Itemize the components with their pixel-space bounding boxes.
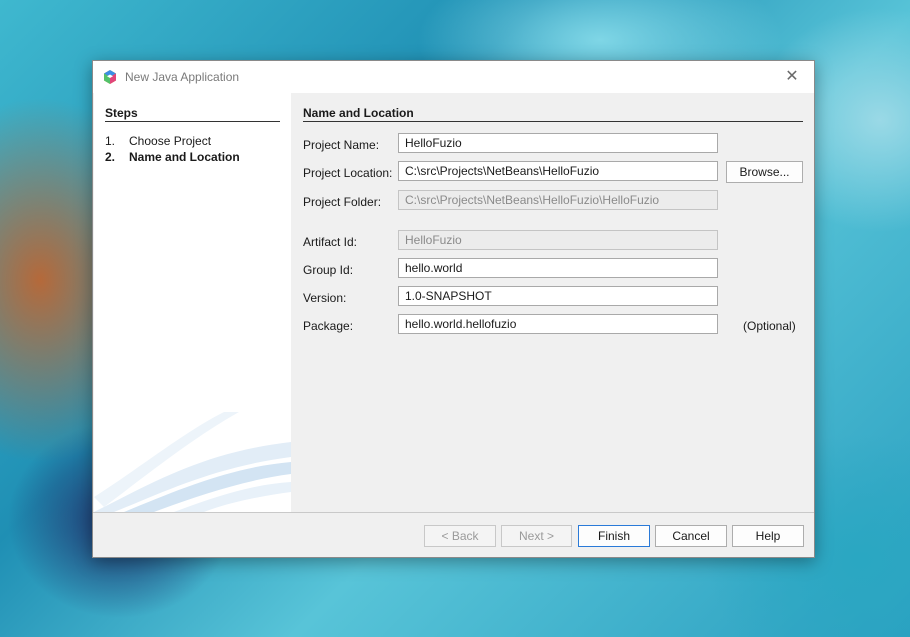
close-icon[interactable]: ✕ <box>780 67 804 87</box>
help-button[interactable]: Help <box>732 525 804 547</box>
button-bar-divider <box>93 512 814 513</box>
step-number: 2. <box>105 150 116 164</box>
group-id-label: Group Id: <box>303 263 354 277</box>
steps-divider <box>105 121 280 122</box>
step-number: 1. <box>105 134 116 148</box>
finish-button[interactable]: Finish <box>578 525 650 547</box>
steps-panel: Steps 1. Choose Project 2. Name and Locati… <box>94 93 291 512</box>
title-bar: New Java Application ✕ <box>93 61 814 93</box>
panel-heading: Name and Location <box>303 106 414 120</box>
project-location-input[interactable]: C:\src\Projects\NetBeans\HelloFuzio <box>398 161 718 181</box>
step-label: Name and Location <box>129 150 240 164</box>
artifact-id-label: Artifact Id: <box>303 235 358 249</box>
package-label: Package: <box>303 319 354 333</box>
artifact-id-field: HelloFuzio <box>398 230 718 250</box>
browse-button[interactable]: Browse... <box>726 161 803 183</box>
window-title: New Java Application <box>125 70 240 84</box>
steps-heading: Steps <box>105 106 138 120</box>
next-button[interactable]: Next > <box>501 525 572 547</box>
step-item-name-and-location: 2. Name and Location <box>105 150 240 164</box>
panel-divider <box>303 121 803 122</box>
package-optional-label: (Optional) <box>743 319 796 333</box>
step-item-choose-project: 1. Choose Project <box>105 134 211 148</box>
back-button[interactable]: < Back <box>424 525 496 547</box>
project-folder-label: Project Folder: <box>303 195 382 209</box>
version-input[interactable]: 1.0-SNAPSHOT <box>398 286 718 306</box>
cancel-button[interactable]: Cancel <box>655 525 727 547</box>
new-java-application-dialog: New Java Application ✕ Steps 1. Choose Pr… <box>92 60 815 558</box>
group-id-input[interactable]: hello.world <box>398 258 718 278</box>
project-name-input[interactable]: HelloFuzio <box>398 133 718 153</box>
project-name-label: Project Name: <box>303 138 380 152</box>
project-location-label: Project Location: <box>303 166 393 180</box>
version-label: Version: <box>303 291 347 305</box>
step-label: Choose Project <box>129 134 212 148</box>
decorative-swoosh <box>94 412 291 512</box>
project-folder-field: C:\src\Projects\NetBeans\HelloFuzio\Hell… <box>398 190 718 210</box>
package-input[interactable]: hello.world.hellofuzio <box>398 314 718 334</box>
name-and-location-panel: Name and Location Project Name: HelloFuz… <box>291 93 814 512</box>
netbeans-cube-icon <box>104 70 116 84</box>
